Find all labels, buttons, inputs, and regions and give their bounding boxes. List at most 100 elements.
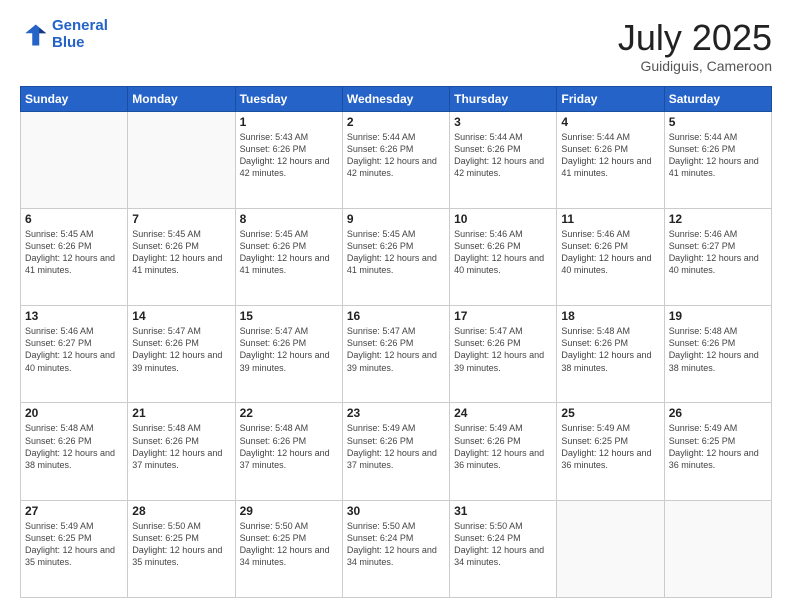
day-info: Sunrise: 5:46 AM Sunset: 6:26 PM Dayligh… [561, 228, 659, 277]
table-row: 25 Sunrise: 5:49 AM Sunset: 6:25 PM Dayli… [557, 403, 664, 500]
day-number: 25 [561, 406, 659, 420]
col-wednesday: Wednesday [342, 86, 449, 111]
table-row: 7 Sunrise: 5:45 AM Sunset: 6:26 PM Daylig… [128, 208, 235, 305]
day-info: Sunrise: 5:47 AM Sunset: 6:26 PM Dayligh… [240, 325, 338, 374]
table-row: 4Sunrise: 5:44 AM Sunset: 6:26 PM Daylig… [557, 111, 664, 208]
day-info: Sunrise: 5:48 AM Sunset: 6:26 PM Dayligh… [132, 422, 230, 471]
col-tuesday: Tuesday [235, 86, 342, 111]
day-info: Sunrise: 5:44 AM Sunset: 6:26 PM Dayligh… [454, 131, 552, 180]
table-row: 19Sunrise: 5:48 AM Sunset: 6:26 PM Dayli… [664, 306, 771, 403]
table-row: 28Sunrise: 5:50 AM Sunset: 6:25 PM Dayli… [128, 500, 235, 597]
col-thursday: Thursday [450, 86, 557, 111]
table-row: 5 Sunrise: 5:44 AM Sunset: 6:26 PM Daylig… [664, 111, 771, 208]
day-number: 8 [240, 212, 338, 226]
day-number: 1 [240, 115, 338, 129]
day-info: Sunrise: 5:49 AM Sunset: 6:26 PM Dayligh… [454, 422, 552, 471]
day-info: Sunrise: 5:47 AM Sunset: 6:26 PM Dayligh… [347, 325, 445, 374]
day-info: Sunrise: 5:50 AM Sunset: 6:25 PM Dayligh… [132, 520, 230, 569]
header: General Blue July 2025 Guidiguis, Camero… [20, 18, 772, 74]
day-info: Sunrise: 5:48 AM Sunset: 6:26 PM Dayligh… [25, 422, 123, 471]
day-info: Sunrise: 5:45 AM Sunset: 6:26 PM Dayligh… [25, 228, 123, 277]
table-row: 24 Sunrise: 5:49 AM Sunset: 6:26 PM Dayli… [450, 403, 557, 500]
day-info: Sunrise: 5:45 AM Sunset: 6:26 PM Dayligh… [347, 228, 445, 277]
day-info: Sunrise: 5:50 AM Sunset: 6:24 PM Dayligh… [454, 520, 552, 569]
table-row: 22 Sunrise: 5:48 AM Sunset: 6:26 PM Dayli… [235, 403, 342, 500]
table-row: 21 Sunrise: 5:48 AM Sunset: 6:26 PM Dayli… [128, 403, 235, 500]
table-row [21, 111, 128, 208]
calendar-week-row: 6Sunrise: 5:45 AM Sunset: 6:26 PM Daylig… [21, 208, 772, 305]
day-number: 21 [132, 406, 230, 420]
calendar-table: Sunday Monday Tuesday Wednesday Thursday… [20, 86, 772, 598]
main-title: July 2025 [618, 18, 772, 58]
col-sunday: Sunday [21, 86, 128, 111]
day-info: Sunrise: 5:50 AM Sunset: 6:25 PM Dayligh… [240, 520, 338, 569]
day-number: 19 [669, 309, 767, 323]
day-number: 31 [454, 504, 552, 518]
table-row: 20 Sunrise: 5:48 AM Sunset: 6:26 PM Dayli… [21, 403, 128, 500]
day-info: Sunrise: 5:44 AM Sunset: 6:26 PM Dayligh… [669, 131, 767, 180]
table-row: 29Sunrise: 5:50 AM Sunset: 6:25 PM Dayli… [235, 500, 342, 597]
day-info: Sunrise: 5:48 AM Sunset: 6:26 PM Dayligh… [240, 422, 338, 471]
table-row: 31 Sunrise: 5:50 AM Sunset: 6:24 PM Dayli… [450, 500, 557, 597]
day-info: Sunrise: 5:46 AM Sunset: 6:26 PM Dayligh… [454, 228, 552, 277]
table-row: 14 Sunrise: 5:47 AM Sunset: 6:26 PM Dayli… [128, 306, 235, 403]
table-row: 1 Sunrise: 5:43 AM Sunset: 6:26 PM Daylig… [235, 111, 342, 208]
day-number: 18 [561, 309, 659, 323]
day-number: 3 [454, 115, 552, 129]
col-friday: Friday [557, 86, 664, 111]
day-number: 9 [347, 212, 445, 226]
table-row [557, 500, 664, 597]
table-row: 8Sunrise: 5:45 AM Sunset: 6:26 PM Daylig… [235, 208, 342, 305]
day-number: 27 [25, 504, 123, 518]
logo-text: General Blue [52, 18, 108, 51]
day-number: 24 [454, 406, 552, 420]
calendar-week-row: 1 Sunrise: 5:43 AM Sunset: 6:26 PM Daylig… [21, 111, 772, 208]
day-info: Sunrise: 5:46 AM Sunset: 6:27 PM Dayligh… [669, 228, 767, 277]
day-number: 30 [347, 504, 445, 518]
day-number: 17 [454, 309, 552, 323]
day-info: Sunrise: 5:44 AM Sunset: 6:26 PM Dayligh… [561, 131, 659, 180]
table-row: 17 Sunrise: 5:47 AM Sunset: 6:26 PM Dayli… [450, 306, 557, 403]
calendar-week-row: 13Sunrise: 5:46 AM Sunset: 6:27 PM Dayli… [21, 306, 772, 403]
day-number: 20 [25, 406, 123, 420]
table-row: 26Sunrise: 5:49 AM Sunset: 6:25 PM Dayli… [664, 403, 771, 500]
day-number: 14 [132, 309, 230, 323]
page: General Blue July 2025 Guidiguis, Camero… [0, 0, 792, 612]
day-info: Sunrise: 5:47 AM Sunset: 6:26 PM Dayligh… [132, 325, 230, 374]
table-row: 13Sunrise: 5:46 AM Sunset: 6:27 PM Dayli… [21, 306, 128, 403]
table-row: 9 Sunrise: 5:45 AM Sunset: 6:26 PM Daylig… [342, 208, 449, 305]
table-row [664, 500, 771, 597]
day-number: 22 [240, 406, 338, 420]
day-info: Sunrise: 5:46 AM Sunset: 6:27 PM Dayligh… [25, 325, 123, 374]
day-info: Sunrise: 5:45 AM Sunset: 6:26 PM Dayligh… [132, 228, 230, 277]
day-number: 11 [561, 212, 659, 226]
day-number: 23 [347, 406, 445, 420]
day-info: Sunrise: 5:47 AM Sunset: 6:26 PM Dayligh… [454, 325, 552, 374]
day-number: 15 [240, 309, 338, 323]
day-number: 5 [669, 115, 767, 129]
table-row: 27 Sunrise: 5:49 AM Sunset: 6:25 PM Dayli… [21, 500, 128, 597]
day-info: Sunrise: 5:49 AM Sunset: 6:25 PM Dayligh… [25, 520, 123, 569]
table-row: 3 Sunrise: 5:44 AM Sunset: 6:26 PM Daylig… [450, 111, 557, 208]
title-block: July 2025 Guidiguis, Cameroon [618, 18, 772, 74]
calendar-week-row: 20 Sunrise: 5:48 AM Sunset: 6:26 PM Dayli… [21, 403, 772, 500]
table-row: 15 Sunrise: 5:47 AM Sunset: 6:26 PM Dayli… [235, 306, 342, 403]
table-row: 18Sunrise: 5:48 AM Sunset: 6:26 PM Dayli… [557, 306, 664, 403]
day-info: Sunrise: 5:50 AM Sunset: 6:24 PM Dayligh… [347, 520, 445, 569]
day-info: Sunrise: 5:49 AM Sunset: 6:25 PM Dayligh… [669, 422, 767, 471]
table-row [128, 111, 235, 208]
table-row: 10Sunrise: 5:46 AM Sunset: 6:26 PM Dayli… [450, 208, 557, 305]
day-number: 12 [669, 212, 767, 226]
logo-line1: General [52, 17, 108, 34]
day-info: Sunrise: 5:49 AM Sunset: 6:26 PM Dayligh… [347, 422, 445, 471]
table-row: 23 Sunrise: 5:49 AM Sunset: 6:26 PM Dayli… [342, 403, 449, 500]
calendar-header-row: Sunday Monday Tuesday Wednesday Thursday… [21, 86, 772, 111]
day-number: 16 [347, 309, 445, 323]
logo-icon [20, 21, 48, 49]
day-number: 7 [132, 212, 230, 226]
day-info: Sunrise: 5:49 AM Sunset: 6:25 PM Dayligh… [561, 422, 659, 471]
table-row: 30 Sunrise: 5:50 AM Sunset: 6:24 PM Dayli… [342, 500, 449, 597]
table-row: 6Sunrise: 5:45 AM Sunset: 6:26 PM Daylig… [21, 208, 128, 305]
day-number: 2 [347, 115, 445, 129]
day-info: Sunrise: 5:43 AM Sunset: 6:26 PM Dayligh… [240, 131, 338, 180]
